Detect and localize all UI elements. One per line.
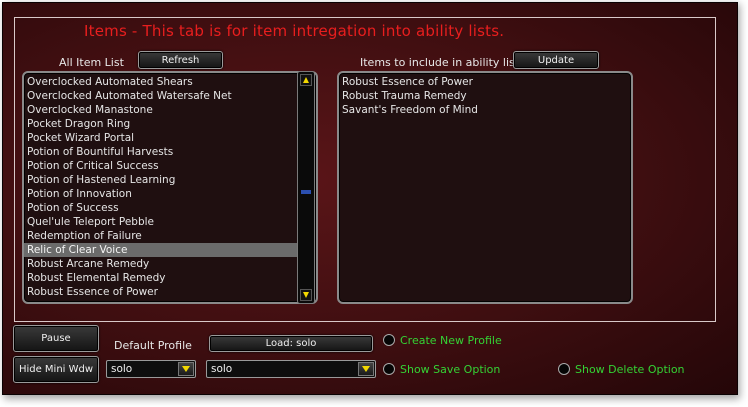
- show-delete-option-label[interactable]: Show Delete Option: [575, 363, 685, 376]
- scroll-down-icon[interactable]: [300, 289, 312, 301]
- default-profile-value: solo: [111, 363, 133, 375]
- list-item[interactable]: Redemption of Failure: [24, 229, 299, 243]
- list-item[interactable]: Savant's Freedom of Mind: [339, 103, 631, 117]
- tab-title: Items - This tab is for item intregation…: [84, 22, 505, 40]
- included-item-list[interactable]: Robust Essence of Power Robust Trauma Rem…: [337, 71, 633, 304]
- create-new-profile-radio[interactable]: [383, 334, 395, 346]
- show-delete-option-radio[interactable]: [558, 363, 570, 375]
- chevron-down-icon[interactable]: [178, 362, 194, 376]
- update-button[interactable]: Update: [513, 51, 599, 69]
- list-item[interactable]: Robust Trauma Remedy: [339, 89, 631, 103]
- load-profile-select[interactable]: solo: [206, 360, 376, 378]
- pause-button[interactable]: Pause: [13, 325, 99, 352]
- list-item[interactable]: Overclocked Automated Watersafe Net: [24, 89, 299, 103]
- default-profile-select[interactable]: solo: [106, 360, 196, 378]
- refresh-button[interactable]: Refresh: [138, 51, 223, 69]
- default-profile-label: Default Profile: [114, 339, 192, 352]
- included-items-label: Items to include in ability lists: [360, 56, 525, 69]
- list-item[interactable]: Quel'ule Teleport Pebble: [24, 215, 299, 229]
- list-item[interactable]: Relic of Clear Voice: [24, 243, 299, 257]
- list-item[interactable]: Robust Elemental Remedy: [24, 271, 299, 285]
- scroll-thumb[interactable]: [301, 190, 311, 194]
- chevron-down-icon[interactable]: [358, 362, 374, 376]
- load-profile-button[interactable]: Load: solo: [209, 335, 373, 352]
- all-item-list-scrollbar[interactable]: [297, 71, 315, 304]
- list-item[interactable]: Robust Essence of Power: [339, 75, 631, 89]
- list-item[interactable]: Pocket Dragon Ring: [24, 117, 299, 131]
- list-item[interactable]: Overclocked Automated Shears: [24, 75, 299, 89]
- list-item[interactable]: Robust Essence of Power: [24, 285, 299, 299]
- list-item[interactable]: Potion of Success: [24, 201, 299, 215]
- list-item[interactable]: Potion of Hastened Learning: [24, 173, 299, 187]
- list-item[interactable]: Potion of Bountiful Harvests: [24, 145, 299, 159]
- all-item-list[interactable]: Overclocked Automated Shears Overclocked …: [22, 71, 318, 304]
- show-save-option-radio[interactable]: [383, 363, 395, 375]
- create-new-profile-label[interactable]: Create New Profile: [400, 334, 502, 347]
- load-profile-value: solo: [211, 363, 233, 375]
- show-save-option-label[interactable]: Show Save Option: [400, 363, 500, 376]
- scroll-up-icon[interactable]: [300, 74, 312, 86]
- list-item[interactable]: Potion of Innovation: [24, 187, 299, 201]
- all-item-list-label: All Item List: [59, 56, 124, 69]
- list-item[interactable]: Potion of Critical Success: [24, 159, 299, 173]
- list-item[interactable]: Pocket Wizard Portal: [24, 131, 299, 145]
- list-item[interactable]: Overclocked Manastone: [24, 103, 299, 117]
- list-item[interactable]: Robust Arcane Remedy: [24, 257, 299, 271]
- hide-mini-window-button[interactable]: Hide Mini Wdw: [13, 356, 99, 383]
